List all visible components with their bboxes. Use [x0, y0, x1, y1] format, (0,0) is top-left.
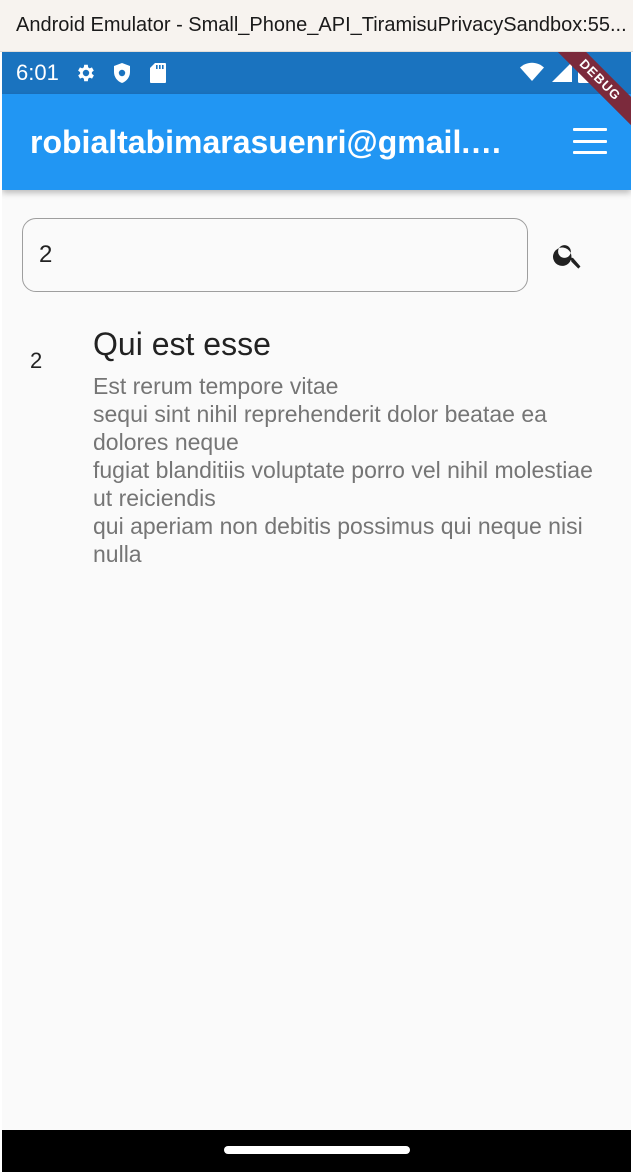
window-title: Android Emulator - Small_Phone_API_Tiram…	[16, 14, 627, 36]
menu-icon[interactable]	[573, 128, 607, 154]
post-title: Qui est esse	[93, 326, 271, 362]
home-handle[interactable]	[224, 1146, 410, 1154]
search-input[interactable]	[22, 218, 528, 292]
phone-screen: 6:01 DEBUG robialtabimarasuenri@gmail.co…	[2, 52, 631, 1172]
search-row	[22, 218, 622, 292]
status-bar: 6:01 DEBUG	[2, 52, 631, 134]
post-body: Est rerum tempore vitae sequi sint nihil…	[93, 373, 593, 567]
navigation-bar	[2, 1130, 631, 1172]
window-titlebar: Android Emulator - Small_Phone_API_Tiram…	[0, 0, 633, 52]
search-icon[interactable]	[548, 235, 588, 275]
status-time: 6:01	[16, 60, 59, 85]
signal-icon	[549, 61, 573, 88]
sd-card-icon	[145, 60, 171, 86]
wifi-icon	[519, 61, 545, 88]
post-id: 2	[30, 348, 43, 373]
app-bar-title: robialtabimarasuenri@gmail.com	[30, 123, 510, 160]
settings-icon	[73, 60, 99, 86]
shield-icon	[109, 60, 135, 86]
app-bar: robialtabimarasuenri@gmail.com	[2, 94, 631, 190]
